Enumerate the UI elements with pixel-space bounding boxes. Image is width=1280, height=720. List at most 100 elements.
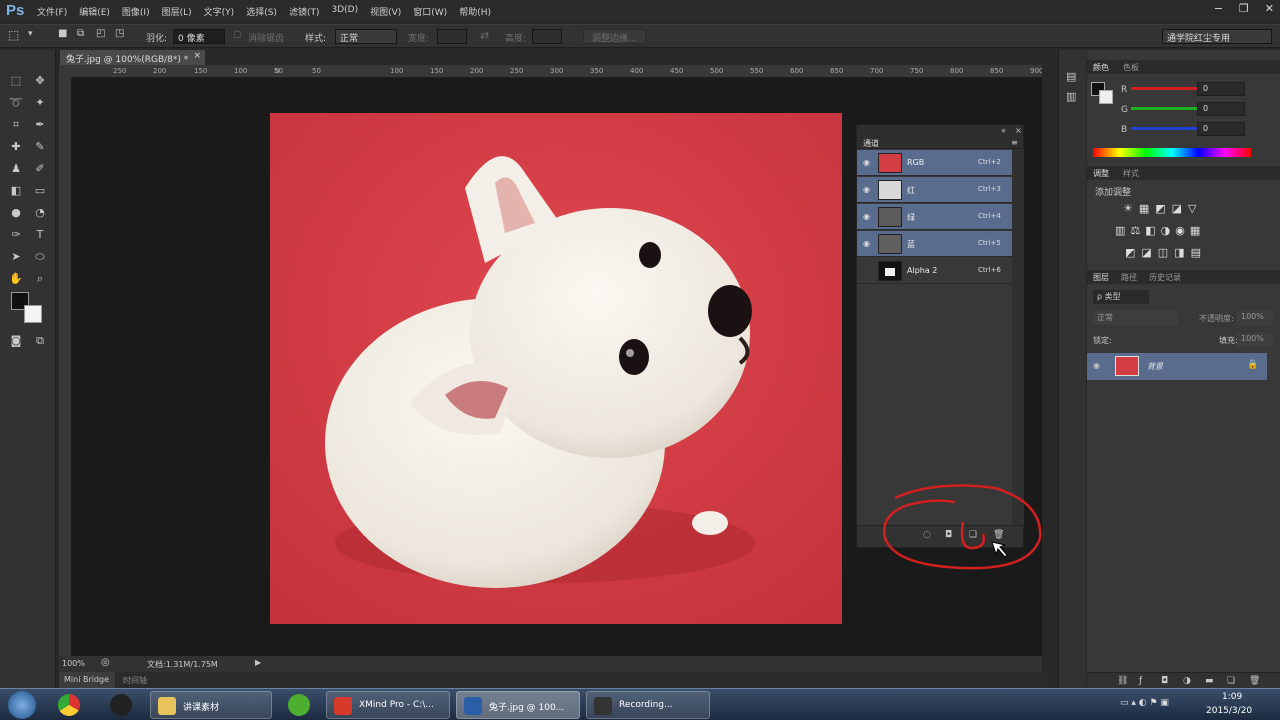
history-brush-tool-icon[interactable]: ✐ <box>30 160 50 178</box>
new-group-icon[interactable]: ▬ <box>1205 676 1214 686</box>
tab-styles[interactable]: 样式 <box>1123 168 1139 179</box>
adjustment-icons-row-3[interactable]: ◩◪◫◨▤ <box>1125 246 1207 259</box>
status-icon[interactable]: ◎ <box>101 657 110 668</box>
marquee-tool-icon[interactable]: ⬚ <box>8 28 19 42</box>
menu-view[interactable]: 视图(V) <box>370 5 401 18</box>
refine-edge-button[interactable]: 调整边缘... <box>583 29 646 44</box>
lasso-tool-icon[interactable]: ➰ <box>6 94 26 112</box>
new-fill-layer-icon[interactable]: ◑ <box>1183 676 1191 686</box>
rect-marquee-tool-icon[interactable]: ⬚ <box>6 72 26 90</box>
new-layer-icon[interactable]: ❏ <box>1227 676 1235 686</box>
fill-input[interactable]: 100% <box>1237 333 1273 347</box>
collapse-icon[interactable]: « <box>1001 126 1006 135</box>
adjustment-icons-row-1[interactable]: ☀▦◩◪▽ <box>1123 202 1203 215</box>
restore-button[interactable]: ❐ <box>1239 2 1249 15</box>
channel-row-rgb[interactable]: ◉ RGB Ctrl+2 <box>857 150 1012 176</box>
menu-select[interactable]: 选择(S) <box>246 5 277 18</box>
taskbar-item-recording[interactable]: Recording... <box>586 691 710 719</box>
zoom-tool-icon[interactable]: ⌕ <box>30 270 50 288</box>
gradient-tool-icon[interactable]: ▭ <box>30 182 50 200</box>
link-layers-icon[interactable]: ⛓ <box>1117 676 1128 686</box>
type-tool-icon[interactable]: T <box>30 226 50 244</box>
screen-mode-icon[interactable]: ⧉ <box>30 332 50 350</box>
brush-tool-icon[interactable]: ✎ <box>30 138 50 156</box>
refresh-app-icon[interactable] <box>288 694 310 716</box>
qq-icon[interactable] <box>110 694 132 716</box>
magic-wand-tool-icon[interactable]: ✦ <box>30 94 50 112</box>
style-select[interactable]: 正常 <box>335 29 397 44</box>
layer-filter-select[interactable]: ρ 类型 <box>1093 290 1149 304</box>
document-tab[interactable]: 兔子.jpg @ 100%(RGB/8*) * × <box>60 50 205 65</box>
visibility-eye-icon[interactable]: ◉ <box>863 239 870 248</box>
delete-layer-icon[interactable]: 🗑 <box>1249 676 1260 686</box>
minimize-button[interactable]: − <box>1214 2 1223 15</box>
intersect-selection-icon[interactable]: ◳ <box>115 28 124 39</box>
color-ramp[interactable] <box>1093 148 1251 157</box>
opacity-input[interactable]: 100% <box>1237 311 1273 325</box>
visibility-eye-icon[interactable]: ◉ <box>863 212 870 221</box>
layer-row-background[interactable]: ◉ 背景 🔒 <box>1087 353 1267 380</box>
channel-row-red[interactable]: ◉ 红 Ctrl+3 <box>857 177 1012 203</box>
status-menu-arrow-icon[interactable]: ▶ <box>255 658 261 667</box>
start-button[interactable] <box>8 691 36 719</box>
hand-tool-icon[interactable]: ✋ <box>6 270 26 288</box>
taskbar-item-xmind[interactable]: XMind Pro - C:\... <box>326 691 450 719</box>
width-input[interactable] <box>437 29 467 44</box>
blur-tool-icon[interactable]: ● <box>6 204 26 222</box>
menu-layer[interactable]: 图层(L) <box>162 5 192 18</box>
background-color-swatch[interactable] <box>24 305 42 323</box>
menu-image[interactable]: 图像(I) <box>122 5 150 18</box>
clock-date[interactable]: 2015/3/20 <box>1206 706 1252 716</box>
dodge-tool-icon[interactable]: ◔ <box>30 204 50 222</box>
mini-bridge-tab[interactable]: Mini Bridge <box>59 672 115 688</box>
shape-tool-icon[interactable]: ⬭ <box>30 248 50 266</box>
healing-tool-icon[interactable]: ✚ <box>6 138 26 156</box>
feather-input[interactable]: 0 像素 <box>173 29 225 44</box>
menu-3d[interactable]: 3D(D) <box>331 5 358 18</box>
panel-menu-icon[interactable]: ≡ <box>1011 138 1018 147</box>
stamp-tool-icon[interactable]: ♟ <box>6 160 26 178</box>
close-button[interactable]: ✕ <box>1265 2 1274 15</box>
menu-filter[interactable]: 滤镜(T) <box>289 5 320 18</box>
r-value[interactable]: 0 <box>1197 82 1245 96</box>
dropdown-arrow-icon[interactable]: ▾ <box>28 29 33 39</box>
menu-edit[interactable]: 编辑(E) <box>79 5 110 18</box>
visibility-eye-icon[interactable]: ◉ <box>863 158 870 167</box>
timeline-tab[interactable]: 时间轴 <box>123 675 147 686</box>
eyedropper-tool-icon[interactable]: ✒ <box>30 116 50 134</box>
channel-row-blue[interactable]: ◉ 蓝 Ctrl+5 <box>857 231 1012 257</box>
channels-scrollbar[interactable] <box>1012 149 1024 525</box>
new-selection-icon[interactable]: ■ <box>58 28 67 39</box>
tab-color[interactable]: 颜色 <box>1093 62 1109 73</box>
chrome-icon[interactable] <box>58 694 80 716</box>
channel-row-alpha2[interactable]: Alpha 2 Ctrl+6 <box>857 258 1012 284</box>
channel-row-green[interactable]: ◉ 绿 Ctrl+4 <box>857 204 1012 230</box>
menu-file[interactable]: 文件(F) <box>37 5 67 18</box>
visibility-eye-icon[interactable]: ◉ <box>863 185 870 194</box>
pen-tool-icon[interactable]: ✑ <box>6 226 26 244</box>
adjustment-icons-row-2[interactable]: ▥⚖◧◑◉▦ <box>1115 224 1205 237</box>
properties-panel-icon[interactable]: ▥ <box>1066 90 1076 103</box>
history-panel-icon[interactable]: ▤ <box>1066 70 1076 83</box>
swap-icon[interactable]: ⇄ <box>480 29 489 42</box>
visibility-eye-icon[interactable]: ◉ <box>1093 361 1100 370</box>
subtract-selection-icon[interactable]: ◰ <box>96 28 105 39</box>
close-panel-icon[interactable]: × <box>1015 126 1022 135</box>
b-value[interactable]: 0 <box>1197 122 1245 136</box>
menu-type[interactable]: 文字(Y) <box>204 5 235 18</box>
antialias-checkbox[interactable]: ☐ <box>233 31 241 41</box>
eraser-tool-icon[interactable]: ◧ <box>6 182 26 200</box>
tray-icons[interactable]: ▭ ▴ ◐ ⚑ ▣ <box>1120 698 1169 708</box>
tab-paths[interactable]: 路径 <box>1121 272 1137 283</box>
tab-swatches[interactable]: 色板 <box>1123 62 1139 73</box>
taskbar-item-photoshop[interactable]: 兔子.jpg @ 100... <box>456 691 580 719</box>
path-select-tool-icon[interactable]: ➤ <box>6 248 26 266</box>
channels-panel-title[interactable]: 通道 <box>863 138 879 149</box>
close-tab-icon[interactable]: × <box>193 51 201 61</box>
menu-help[interactable]: 帮助(H) <box>459 5 491 18</box>
document-image[interactable] <box>270 113 842 624</box>
menu-window[interactable]: 窗口(W) <box>413 5 447 18</box>
tab-adjustments[interactable]: 调整 <box>1093 168 1109 179</box>
color-background-swatch[interactable] <box>1099 90 1113 104</box>
tab-history[interactable]: 历史记录 <box>1149 272 1181 283</box>
